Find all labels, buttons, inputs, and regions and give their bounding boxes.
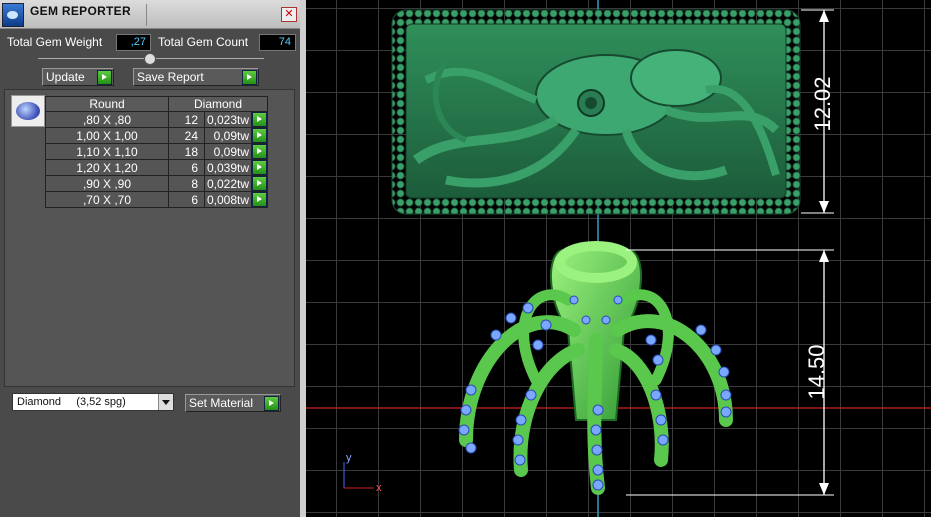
total-gem-count-value: 74: [259, 34, 296, 51]
axis-y-label: y: [346, 452, 352, 464]
row-go-button[interactable]: [251, 175, 269, 192]
gem-weight: 0,008tw: [203, 191, 253, 208]
total-gem-weight-value: ,27: [116, 34, 151, 51]
update-button[interactable]: Update: [42, 68, 114, 86]
set-material-button-label: Set Material: [189, 396, 254, 410]
set-material-go-icon: [264, 396, 279, 411]
axis-x-label: x: [376, 482, 382, 494]
gem-count: 18: [168, 143, 205, 160]
update-button-label: Update: [46, 70, 85, 84]
material-select[interactable]: Diamond (3,52 spg): [12, 393, 174, 411]
title-bar[interactable]: GEM REPORTER ✕: [0, 0, 300, 29]
gem-size: 1,10 X 1,10: [45, 143, 169, 160]
go-icon: [252, 144, 268, 159]
go-icon: [252, 112, 268, 127]
gem-count: 6: [168, 159, 205, 176]
go-icon: [252, 128, 268, 143]
row-go-button[interactable]: [251, 143, 269, 160]
go-icon: [252, 192, 268, 207]
dimension-top-value: 12.02: [810, 76, 835, 131]
save-report-button-label: Save Report: [137, 70, 204, 84]
octopus-pendant: [458, 241, 733, 495]
row-go-button[interactable]: [251, 159, 269, 176]
gem-size: ,90 X ,90: [45, 175, 169, 192]
gem-weight: 0,039tw: [203, 159, 253, 176]
gem-weight: 0,023tw: [203, 111, 253, 128]
chevron-down-icon[interactable]: [158, 394, 173, 410]
row-go-button[interactable]: [251, 127, 269, 144]
save-report-button[interactable]: Save Report: [133, 68, 259, 86]
table-row: ,90 X ,90 8 0,022tw: [45, 175, 269, 192]
set-material-button[interactable]: Set Material: [185, 394, 281, 412]
total-gem-count-label: Total Gem Count: [158, 35, 249, 49]
update-go-icon: [97, 70, 112, 85]
gem-size: ,70 X ,70: [45, 191, 169, 208]
total-gem-weight-label: Total Gem Weight: [7, 35, 103, 49]
table-row: 1,00 X 1,00 24 0,09tw: [45, 127, 269, 144]
gem-size: ,80 X ,80: [45, 111, 169, 128]
gem-weight: 0,09tw: [203, 127, 253, 144]
gem-size: 1,00 X 1,00: [45, 127, 169, 144]
gem-count: 12: [168, 111, 205, 128]
gem-count: 6: [168, 191, 205, 208]
row-go-button[interactable]: [251, 111, 269, 128]
3d-viewport[interactable]: 12.02 14.50 y x: [306, 0, 931, 517]
save-report-go-icon: [242, 70, 257, 85]
table-row: ,80 X ,80 12 0,023tw: [45, 111, 269, 128]
table-row: 1,10 X 1,10 18 0,09tw: [45, 143, 269, 160]
gem-list: Round Diamond ,80 X ,80 12 0,023tw 1,00 …: [4, 89, 295, 387]
dimension-bottom-value: 14.50: [804, 344, 829, 399]
gem-weight: 0,09tw: [203, 143, 253, 160]
panel-title: GEM REPORTER: [30, 4, 131, 18]
gem-size: 1,20 X 1,20: [45, 159, 169, 176]
go-icon: [252, 176, 268, 191]
slider-knob[interactable]: [144, 53, 156, 65]
gem-weight: 0,022tw: [203, 175, 253, 192]
title-separator: [146, 4, 147, 26]
header-diamond: Diamond: [167, 96, 269, 112]
table-row: ,70 X ,70 6 0,008tw: [45, 191, 269, 208]
gem-count: 8: [168, 175, 205, 192]
octopus-plaque: [391, 9, 801, 215]
round-gem-icon[interactable]: [11, 95, 45, 127]
material-selected-value: Diamond (3,52 spg): [17, 396, 126, 408]
row-go-button[interactable]: [251, 191, 269, 208]
header-round: Round: [45, 96, 169, 112]
go-icon: [252, 160, 268, 175]
table-row: 1,20 X 1,20 6 0,039tw: [45, 159, 269, 176]
gem-table: Round Diamond ,80 X ,80 12 0,023tw 1,00 …: [45, 96, 269, 208]
axis-gizmo-icon: y x: [343, 452, 382, 494]
viewport-scene: 12.02 14.50 y x: [306, 0, 931, 517]
gem-count: 24: [168, 127, 205, 144]
close-button[interactable]: ✕: [281, 7, 297, 22]
gem-reporter-app-icon: [2, 3, 24, 27]
gem-reporter-panel: GEM REPORTER ✕ Total Gem Weight ,27 Tota…: [0, 0, 301, 517]
